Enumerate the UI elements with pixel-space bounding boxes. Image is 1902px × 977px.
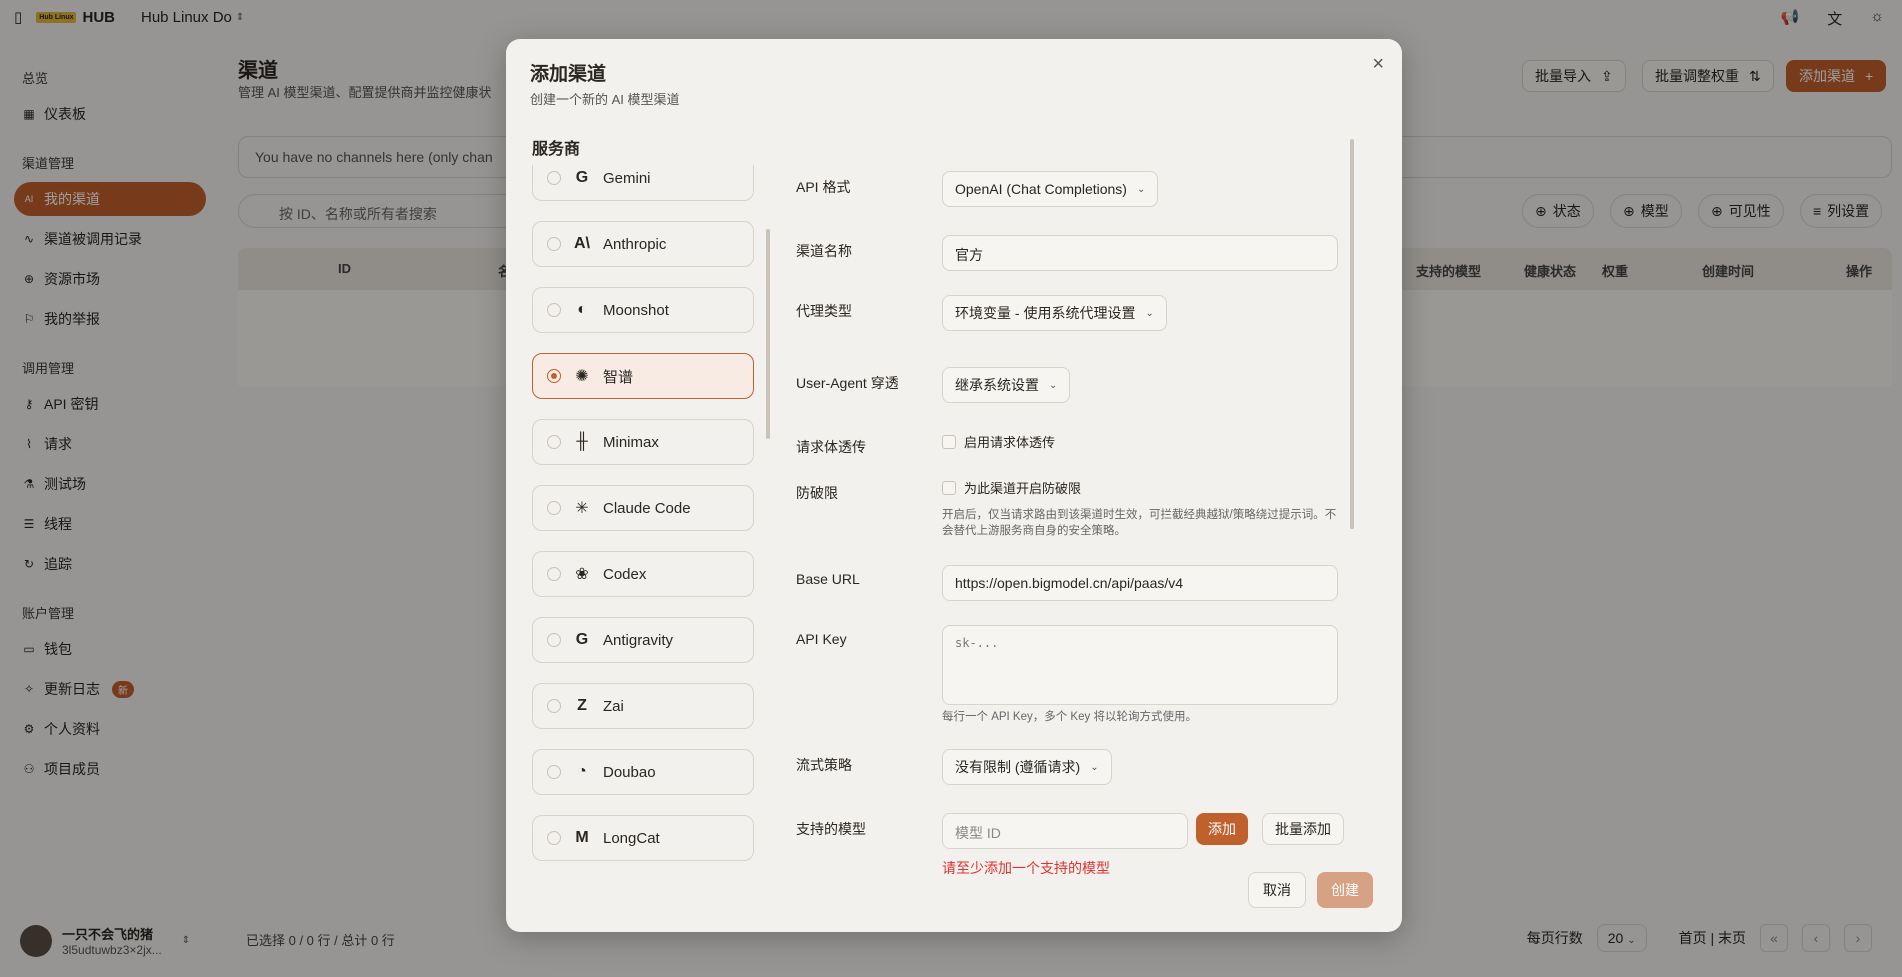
chevron-down-icon: ⌄ bbox=[1049, 379, 1058, 391]
checkbox-label: 启用请求体透传 bbox=[964, 435, 1056, 450]
model-id-input[interactable]: 模型 ID bbox=[942, 813, 1188, 849]
provider-name: Moonshot bbox=[603, 301, 669, 319]
dialog-title: 添加渠道 bbox=[530, 64, 607, 85]
api-key-textarea[interactable]: sk-... bbox=[942, 625, 1338, 705]
minimax-icon: ╫ bbox=[576, 433, 588, 450]
select-value: 继承系统设置 bbox=[955, 377, 1039, 393]
provider-scrollbar[interactable] bbox=[766, 229, 770, 439]
provider-gemini[interactable]: G Gemini bbox=[532, 165, 754, 201]
radio-selected bbox=[547, 369, 561, 383]
checkbox bbox=[942, 434, 956, 449]
dialog-subtitle: 创建一个新的 AI 模型渠道 bbox=[530, 92, 680, 107]
provider-zhipu[interactable]: ✺ 智谱 bbox=[532, 353, 754, 399]
gemini-icon: G bbox=[575, 169, 589, 186]
radio bbox=[547, 831, 561, 845]
checkbox-label: 为此渠道开启防破限 bbox=[964, 481, 1082, 496]
provider-anthropic[interactable]: A\ Anthropic bbox=[532, 221, 754, 267]
radio bbox=[547, 699, 561, 713]
provider-label: 服务商 bbox=[532, 141, 581, 158]
channel-name-label: 渠道名称 bbox=[796, 243, 852, 259]
provider-antigravity[interactable]: G Antigravity bbox=[532, 617, 754, 663]
base-url-label: Base URL bbox=[796, 571, 860, 587]
moonshot-icon: ◐ bbox=[577, 301, 587, 318]
provider-name: 智谱 bbox=[603, 368, 634, 386]
radio bbox=[547, 633, 561, 647]
models-error: 请至少添加一个支持的模型 bbox=[942, 860, 1110, 876]
zai-icon: Z bbox=[577, 697, 587, 714]
provider-doubao[interactable]: ◔ Doubao bbox=[532, 749, 754, 795]
api-format-label: API 格式 bbox=[796, 179, 851, 195]
anthropic-icon: A\ bbox=[574, 235, 590, 252]
batch-add-model-button[interactable]: 批量添加 bbox=[1262, 813, 1344, 845]
body-passthrough-label: 请求体透传 bbox=[796, 439, 866, 455]
provider-name: Claude Code bbox=[603, 499, 691, 517]
checkbox bbox=[942, 480, 956, 495]
channel-name-input[interactable]: 官方 bbox=[942, 235, 1338, 271]
select-value: 没有限制 (遵循请求) bbox=[955, 759, 1081, 775]
stream-select[interactable]: 没有限制 (遵循请求) ⌄ bbox=[942, 749, 1112, 785]
radio bbox=[547, 501, 561, 515]
radio bbox=[547, 435, 561, 449]
google-icon: G bbox=[575, 631, 589, 648]
openai-icon: ❀ bbox=[575, 566, 589, 583]
radio bbox=[547, 765, 561, 779]
anti-limit-checkbox[interactable]: 为此渠道开启防破限 bbox=[942, 478, 1081, 497]
provider-name: Doubao bbox=[603, 763, 656, 781]
models-label: 支持的模型 bbox=[796, 821, 866, 837]
api-key-label: API Key bbox=[796, 631, 847, 647]
radio bbox=[547, 567, 561, 581]
provider-name: Zai bbox=[603, 697, 624, 715]
channel-form: API 格式 OpenAI (Chat Completions) ⌄ 渠道名称 官… bbox=[796, 129, 1356, 889]
radio bbox=[547, 303, 561, 317]
form-scrollbar[interactable] bbox=[1350, 139, 1354, 529]
provider-minimax[interactable]: ╫ Minimax bbox=[532, 419, 754, 465]
longcat-icon: M bbox=[575, 829, 589, 846]
provider-name: Codex bbox=[603, 565, 647, 583]
provider-name: Gemini bbox=[603, 169, 651, 187]
radio bbox=[547, 171, 561, 185]
radio bbox=[547, 237, 561, 251]
add-model-button[interactable]: 添加 bbox=[1196, 813, 1248, 845]
base-url-input[interactable]: https://open.bigmodel.cn/api/paas/v4 bbox=[942, 565, 1338, 601]
provider-list: G Gemini A\ Anthropic ◐ Moonshot ✺ 智谱 ╫ Minim… bbox=[532, 165, 772, 889]
close-icon[interactable]: × bbox=[1372, 53, 1384, 76]
provider-name: Anthropic bbox=[603, 235, 667, 253]
anti-limit-hint: 开启后，仅当请求路由到该渠道时生效，可拦截经典越狱/策略绕过提示词。不会替代上游… bbox=[942, 509, 1337, 537]
doubao-icon: ◔ bbox=[577, 763, 587, 780]
provider-name: Minimax bbox=[603, 433, 659, 451]
chevron-down-icon: ⌄ bbox=[1090, 761, 1099, 773]
provider-name: LongCat bbox=[603, 829, 660, 847]
proxy-type-select[interactable]: 环境变量 - 使用系统代理设置 ⌄ bbox=[942, 295, 1167, 331]
provider-moonshot[interactable]: ◐ Moonshot bbox=[532, 287, 754, 333]
select-value: 环境变量 - 使用系统代理设置 bbox=[955, 305, 1136, 321]
select-value: OpenAI (Chat Completions) bbox=[955, 181, 1127, 197]
claude-icon: ✳ bbox=[575, 500, 589, 517]
user-agent-label: User-Agent 穿透 bbox=[796, 375, 899, 391]
api-key-hint: 每行一个 API Key，多个 Key 将以轮询方式使用。 bbox=[942, 711, 1197, 723]
stream-label: 流式策略 bbox=[796, 757, 852, 773]
chevron-down-icon: ⌄ bbox=[1136, 183, 1146, 195]
zhipu-icon: ✺ bbox=[575, 368, 589, 385]
anti-limit-label: 防破限 bbox=[796, 485, 838, 501]
user-agent-select[interactable]: 继承系统设置 ⌄ bbox=[942, 367, 1071, 403]
provider-codex[interactable]: ❀ Codex bbox=[532, 551, 754, 597]
api-format-select[interactable]: OpenAI (Chat Completions) ⌄ bbox=[942, 171, 1159, 207]
provider-claude-code[interactable]: ✳ Claude Code bbox=[532, 485, 754, 531]
provider-longcat[interactable]: M LongCat bbox=[532, 815, 754, 861]
add-channel-dialog: 添加渠道 创建一个新的 AI 模型渠道 × 服务商 G Gemini A\ Anth… bbox=[506, 39, 1402, 932]
cancel-button[interactable]: 取消 bbox=[1248, 872, 1306, 908]
provider-name: Antigravity bbox=[603, 631, 674, 649]
create-button[interactable]: 创建 bbox=[1317, 872, 1373, 908]
provider-zai[interactable]: Z Zai bbox=[532, 683, 754, 729]
body-passthrough-checkbox[interactable]: 启用请求体透传 bbox=[942, 432, 1055, 451]
proxy-type-label: 代理类型 bbox=[796, 303, 852, 319]
chevron-down-icon: ⌄ bbox=[1145, 307, 1154, 319]
